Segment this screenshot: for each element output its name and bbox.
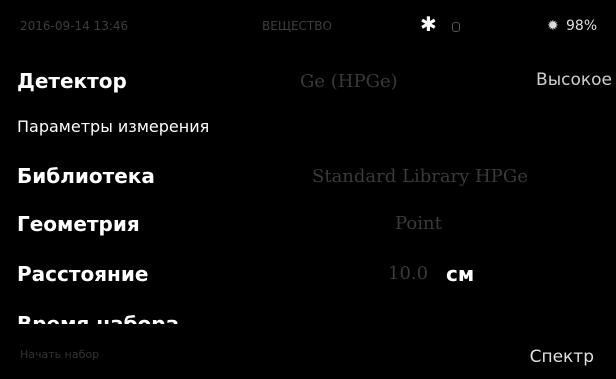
geometry-label[interactable]: Геометрия [17,214,140,234]
status-datetime: 2016-09-14 13:46 [20,19,129,33]
detector-label[interactable]: Детектор [17,71,127,91]
measurement-params-label[interactable]: Параметры измерения [17,119,209,135]
battery-level: 98% [566,18,598,34]
sensor-icon [452,22,460,32]
distance-value: 10.0 [388,263,429,284]
distance-unit: см [446,262,475,286]
next-row-clipped: Время набора [17,314,237,324]
detector-value[interactable]: Высокое [536,72,612,89]
status-bar: 2016-09-14 13:46 ВЕЩЕСТВО ✱ ✹ 98% [0,0,616,44]
bottom-hint: Начать набор [20,348,100,361]
distance-label[interactable]: Расстояние [17,264,148,284]
gear-icon: ✹ [547,18,559,34]
geometry-value: Point [395,213,442,234]
snowflake-icon: ✱ [420,12,437,36]
screen: 2016-09-14 13:46 ВЕЩЕСТВО ✱ ✹ 98% Детект… [0,0,616,379]
detector-type-value: Ge (HPGe) [300,71,398,92]
library-label[interactable]: Библиотека [17,166,155,186]
status-mode: ВЕЩЕСТВО [262,19,332,33]
spectrum-button[interactable]: Спектр [530,349,594,366]
library-value: Standard Library HPGe [312,166,528,187]
next-row-label[interactable]: Время набора [17,314,237,324]
